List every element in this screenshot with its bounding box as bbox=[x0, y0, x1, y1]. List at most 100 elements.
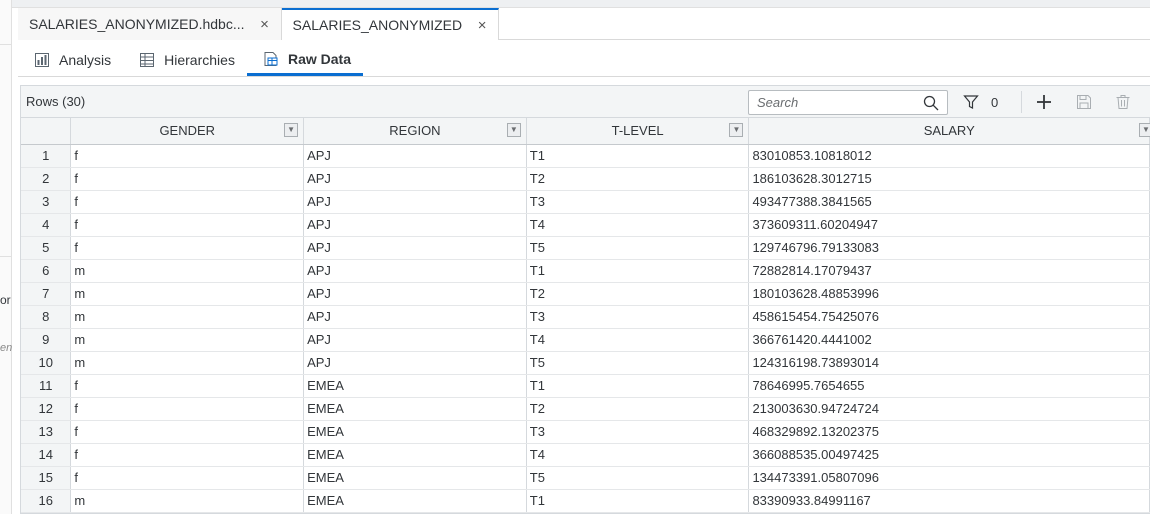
region-cell[interactable]: EMEA bbox=[303, 466, 527, 490]
salary-cell[interactable]: 493477388.3841565 bbox=[748, 190, 1150, 214]
table-row[interactable]: 15 f EMEA T5 134473391.05807096 bbox=[21, 466, 1150, 490]
search-input[interactable] bbox=[749, 91, 914, 114]
t-level-cell[interactable]: T2 bbox=[526, 167, 750, 191]
row-number-cell[interactable]: 9 bbox=[21, 328, 72, 352]
gender-cell[interactable]: f bbox=[70, 374, 305, 398]
table-row[interactable]: 5 f APJ T5 129746796.79133083 bbox=[21, 236, 1150, 260]
t-level-cell[interactable]: T2 bbox=[526, 282, 750, 306]
t-level-cell[interactable]: T4 bbox=[526, 443, 750, 467]
t-level-cell[interactable]: T5 bbox=[526, 236, 750, 260]
row-number-cell[interactable]: 12 bbox=[21, 397, 72, 421]
region-cell[interactable]: EMEA bbox=[303, 443, 527, 467]
tab-hierarchies[interactable]: Hierarchies bbox=[123, 44, 247, 76]
table-row[interactable]: 14 f EMEA T4 366088535.00497425 bbox=[21, 443, 1150, 467]
t-level-cell[interactable]: T5 bbox=[526, 351, 750, 375]
gender-cell[interactable]: f bbox=[70, 236, 305, 260]
table-row[interactable]: 1 f APJ T1 83010853.10818012 bbox=[21, 144, 1150, 168]
gender-cell[interactable]: f bbox=[70, 420, 305, 444]
gender-cell[interactable]: m bbox=[70, 351, 305, 375]
table-row[interactable]: 13 f EMEA T3 468329892.13202375 bbox=[21, 420, 1150, 444]
t-level-cell[interactable]: T2 bbox=[526, 397, 750, 421]
salary-cell[interactable]: 180103628.48853996 bbox=[748, 282, 1150, 306]
t-level-cell[interactable]: T4 bbox=[526, 213, 750, 237]
column-filter-icon[interactable]: ▼ bbox=[506, 123, 521, 137]
table-row[interactable]: 3 f APJ T3 493477388.3841565 bbox=[21, 190, 1150, 214]
close-icon[interactable]: × bbox=[259, 16, 271, 33]
salary-cell[interactable]: 78646995.7654655 bbox=[748, 374, 1150, 398]
gender-cell[interactable]: m bbox=[70, 489, 305, 513]
salary-cell[interactable]: 366088535.00497425 bbox=[748, 443, 1150, 467]
row-number-cell[interactable]: 15 bbox=[21, 466, 72, 490]
t-level-cell[interactable]: T4 bbox=[526, 328, 750, 352]
salary-cell[interactable]: 458615454.75425076 bbox=[748, 305, 1150, 329]
table-row[interactable]: 6 m APJ T1 72882814.17079437 bbox=[21, 259, 1150, 283]
region-cell[interactable]: EMEA bbox=[303, 489, 527, 513]
salary-cell[interactable]: 373609311.60204947 bbox=[748, 213, 1150, 237]
gender-cell[interactable]: f bbox=[70, 167, 305, 191]
salary-cell[interactable]: 72882814.17079437 bbox=[748, 259, 1150, 283]
column-header-region[interactable]: REGION ▼ bbox=[303, 118, 527, 145]
filter-button[interactable] bbox=[963, 92, 979, 112]
salary-cell[interactable]: 83390933.84991167 bbox=[748, 489, 1150, 513]
table-row[interactable]: 16 m EMEA T1 83390933.84991167 bbox=[21, 489, 1150, 513]
editor-tab-salaries-anonymized[interactable]: SALARIES_ANONYMIZED × bbox=[281, 8, 500, 40]
region-cell[interactable]: APJ bbox=[303, 328, 527, 352]
gender-cell[interactable]: m bbox=[70, 328, 305, 352]
salary-cell[interactable]: 366761420.4441002 bbox=[748, 328, 1150, 352]
row-number-cell[interactable]: 11 bbox=[21, 374, 72, 398]
tab-analysis[interactable]: Analysis bbox=[18, 44, 123, 76]
row-number-cell[interactable]: 7 bbox=[21, 282, 72, 306]
region-cell[interactable]: APJ bbox=[303, 144, 527, 168]
table-row[interactable]: 2 f APJ T2 186103628.3012715 bbox=[21, 167, 1150, 191]
column-header-t-level[interactable]: T-LEVEL ▼ bbox=[526, 118, 750, 145]
column-filter-icon[interactable]: ▼ bbox=[1139, 123, 1150, 137]
save-button[interactable] bbox=[1076, 92, 1092, 112]
close-icon[interactable]: × bbox=[476, 17, 488, 34]
salary-cell[interactable]: 134473391.05807096 bbox=[748, 466, 1150, 490]
delete-button[interactable] bbox=[1115, 92, 1131, 112]
add-row-button[interactable] bbox=[1035, 92, 1053, 112]
gender-cell[interactable]: f bbox=[70, 144, 305, 168]
gender-cell[interactable]: f bbox=[70, 443, 305, 467]
region-cell[interactable]: APJ bbox=[303, 167, 527, 191]
salary-cell[interactable]: 213003630.94724724 bbox=[748, 397, 1150, 421]
region-cell[interactable]: APJ bbox=[303, 213, 527, 237]
salary-cell[interactable]: 468329892.13202375 bbox=[748, 420, 1150, 444]
row-number-cell[interactable]: 10 bbox=[21, 351, 72, 375]
row-number-cell[interactable]: 3 bbox=[21, 190, 72, 214]
row-number-cell[interactable]: 1 bbox=[21, 144, 72, 168]
salary-cell[interactable]: 124316198.73893014 bbox=[748, 351, 1150, 375]
editor-tab-hdbcalc[interactable]: SALARIES_ANONYMIZED.hdbc... × bbox=[18, 8, 282, 40]
search-icon[interactable] bbox=[923, 95, 939, 111]
gender-cell[interactable]: f bbox=[70, 213, 305, 237]
t-level-cell[interactable]: T3 bbox=[526, 420, 750, 444]
t-level-cell[interactable]: T5 bbox=[526, 466, 750, 490]
row-number-cell[interactable]: 8 bbox=[21, 305, 72, 329]
column-header-gender[interactable]: GENDER ▼ bbox=[70, 118, 305, 145]
region-cell[interactable]: APJ bbox=[303, 236, 527, 260]
gender-cell[interactable]: f bbox=[70, 397, 305, 421]
gender-cell[interactable]: m bbox=[70, 282, 305, 306]
region-cell[interactable]: EMEA bbox=[303, 374, 527, 398]
region-cell[interactable]: APJ bbox=[303, 305, 527, 329]
t-level-cell[interactable]: T3 bbox=[526, 190, 750, 214]
row-number-cell[interactable]: 4 bbox=[21, 213, 72, 237]
gender-cell[interactable]: m bbox=[70, 259, 305, 283]
region-cell[interactable]: APJ bbox=[303, 259, 527, 283]
table-row[interactable]: 10 m APJ T5 124316198.73893014 bbox=[21, 351, 1150, 375]
t-level-cell[interactable]: T3 bbox=[526, 305, 750, 329]
t-level-cell[interactable]: T1 bbox=[526, 489, 750, 513]
row-number-cell[interactable]: 16 bbox=[21, 489, 72, 513]
tab-raw-data[interactable]: Raw Data bbox=[246, 44, 363, 76]
column-header-salary[interactable]: SALARY ▼ bbox=[748, 118, 1150, 145]
table-row[interactable]: 12 f EMEA T2 213003630.94724724 bbox=[21, 397, 1150, 421]
table-row[interactable]: 8 m APJ T3 458615454.75425076 bbox=[21, 305, 1150, 329]
gender-cell[interactable]: m bbox=[70, 305, 305, 329]
region-cell[interactable]: APJ bbox=[303, 282, 527, 306]
salary-cell[interactable]: 83010853.10818012 bbox=[748, 144, 1150, 168]
row-number-cell[interactable]: 6 bbox=[21, 259, 72, 283]
region-cell[interactable]: EMEA bbox=[303, 420, 527, 444]
table-row[interactable]: 7 m APJ T2 180103628.48853996 bbox=[21, 282, 1150, 306]
t-level-cell[interactable]: T1 bbox=[526, 144, 750, 168]
row-number-cell[interactable]: 2 bbox=[21, 167, 72, 191]
